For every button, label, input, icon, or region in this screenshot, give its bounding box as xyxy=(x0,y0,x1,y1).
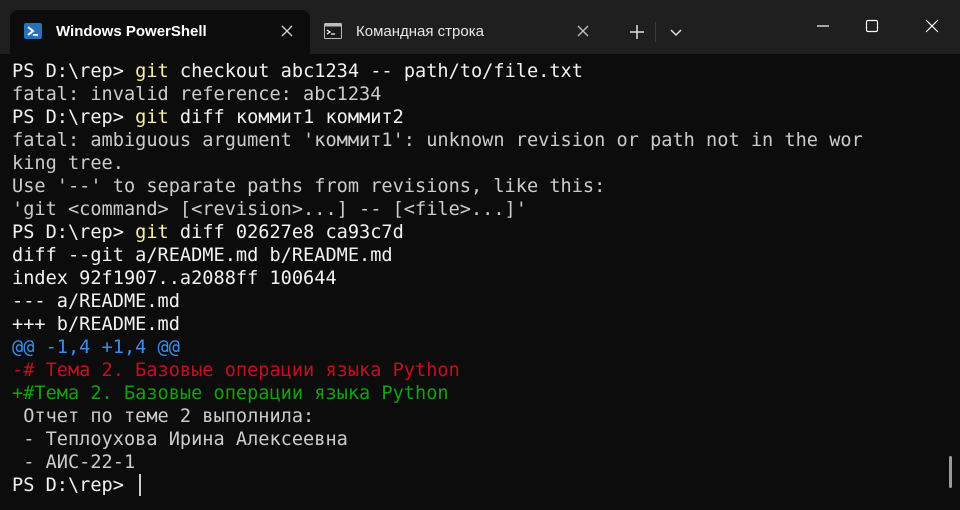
prompt-line: PS D:\rep> git diff 02627e8 ca93c7d xyxy=(12,221,946,244)
prompt: PS D:\rep> xyxy=(12,475,136,496)
output-line: Use '--' to separate paths from revision… xyxy=(12,176,606,197)
diff-context-line: - АИС-22-1 xyxy=(12,452,136,473)
command: git xyxy=(135,61,169,82)
diff-removed-line: -# Тема 2. Базовые операции языка Python xyxy=(12,360,460,381)
tab-command-prompt[interactable]: Командная строка xyxy=(314,10,606,54)
tab-windows-powershell[interactable]: Windows PowerShell xyxy=(10,10,310,54)
diff-context-line: Отчет по теме 2 выполнила: xyxy=(12,406,315,427)
output-line: king tree. xyxy=(12,153,124,174)
output-line: fatal: invalid reference: abc1234 xyxy=(12,84,382,105)
command: git xyxy=(135,222,169,243)
minimize-icon[interactable] xyxy=(800,8,846,44)
prompt: PS D:\rep> xyxy=(12,222,136,243)
chevron-down-icon[interactable] xyxy=(664,20,688,44)
tab-label: Windows PowerShell xyxy=(56,23,207,40)
diff-hunk-line: @@ -1,4 +1,4 @@ xyxy=(12,337,180,358)
plus-icon[interactable] xyxy=(622,20,652,44)
command-args: checkout abc1234 -- path/to/file.txt xyxy=(168,61,583,82)
command-args: diff 02627e8 ca93c7d xyxy=(168,222,404,243)
close-tab-icon[interactable] xyxy=(278,22,296,40)
prompt: PS D:\rep> xyxy=(12,107,136,128)
cmd-icon xyxy=(324,23,342,39)
diff-old-file-line: --- a/README.md xyxy=(12,291,180,312)
close-tab-icon[interactable] xyxy=(574,22,592,40)
prompt-line: PS D:\rep> git checkout abc1234 -- path/… xyxy=(12,60,946,83)
title-bar[interactable]: Windows PowerShell Командная строка xyxy=(0,0,960,54)
terminal-output[interactable]: PS D:\rep> git checkout abc1234 -- path/… xyxy=(0,54,946,510)
diff-index-line: index 92f1907..a2088ff 100644 xyxy=(12,268,337,289)
prompt-line: PS D:\rep> git diff коммит1 коммит2 xyxy=(12,106,946,129)
terminal-window: Windows PowerShell Командная строка PS D… xyxy=(0,0,960,510)
output-line: 'git <command> [<revision>...] -- [<file… xyxy=(12,199,527,220)
tab-separator xyxy=(655,22,656,42)
tab-label: Командная строка xyxy=(356,23,484,40)
prompt: PS D:\rep> xyxy=(12,61,136,82)
diff-added-line: +#Тема 2. Базовые операции языка Python xyxy=(12,383,449,404)
output-line: fatal: ambiguous argument 'коммит1': unk… xyxy=(12,130,863,151)
diff-header-line: diff --git a/README.md b/README.md xyxy=(12,245,393,266)
command-args: diff коммит1 коммит2 xyxy=(168,107,404,128)
diff-context-line: - Теплоухова Ирина Алексеевна xyxy=(12,429,348,450)
close-icon[interactable] xyxy=(908,8,954,44)
maximize-icon[interactable] xyxy=(849,8,895,44)
powershell-icon xyxy=(24,23,42,39)
command: git xyxy=(135,107,169,128)
text-cursor xyxy=(139,474,142,496)
scrollbar-thumb[interactable] xyxy=(949,456,952,488)
current-prompt-line[interactable]: PS D:\rep> xyxy=(12,474,946,497)
diff-new-file-line: +++ b/README.md xyxy=(12,314,180,335)
